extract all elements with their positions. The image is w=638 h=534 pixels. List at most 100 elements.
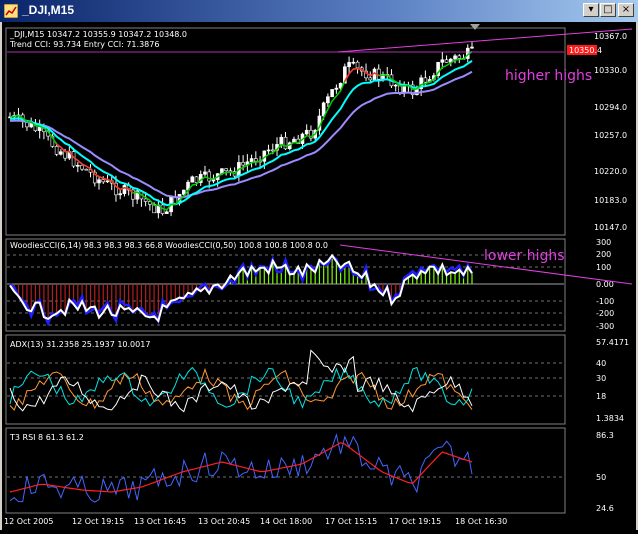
time-tick: 13 Oct 20:45: [198, 517, 250, 526]
candle-body: [59, 151, 63, 155]
candle-body: [80, 165, 84, 170]
price-tick: 10147.0: [594, 223, 627, 232]
time-tick: 17 Oct 19:15: [389, 517, 441, 526]
cci-tick: -300: [596, 322, 614, 331]
adx-pane-label: ADX(13) 31.2358 25.1937 10.0017: [10, 340, 150, 349]
price-tick: 10257.0: [594, 131, 627, 140]
cci-tick: -100: [596, 297, 614, 306]
price-pane-label: _DJI,M15 10347.2 10355.9 10347.2 10348.0: [9, 30, 187, 39]
title-bar[interactable]: _DJI,M15 ▾ □ ×: [0, 0, 638, 22]
adx-tick: 1.3834: [596, 414, 624, 423]
minimize-button[interactable]: ▾: [583, 3, 599, 17]
candle-body: [279, 136, 284, 145]
cci-pane-label: WoodiesCCI(6,14) 98.3 98.3 98.3 66.8 Woo…: [10, 241, 328, 250]
cci-pane: [5, 238, 566, 332]
candle-body: [453, 55, 457, 60]
chart-shift-marker[interactable]: [470, 24, 480, 30]
candle-body: [143, 198, 148, 202]
candle-body: [37, 126, 42, 132]
rsi-series: [9, 432, 473, 503]
rsi-pane: [5, 427, 566, 514]
candle-body: [393, 84, 398, 87]
price-tick: 10330.0: [594, 66, 627, 75]
candle-body: [283, 136, 288, 150]
chart-icon: [4, 4, 18, 18]
cci-tick: 100: [596, 263, 611, 272]
time-axis: 12 Oct 2005 12 Oct 19:15 13 Oct 16:45 13…: [4, 517, 507, 526]
candle-body: [63, 151, 67, 159]
time-tick: 18 Oct 16:30: [455, 517, 507, 526]
adx-axis: 57.4171 40 30 18 1.3834: [596, 338, 629, 423]
price-pane: [5, 27, 566, 236]
candle-body: [368, 77, 373, 81]
candle-body: [118, 193, 123, 196]
current-price-label: 10350.4: [569, 46, 602, 55]
candle-body: [351, 61, 356, 64]
time-tick: 13 Oct 16:45: [134, 517, 186, 526]
candle-body: [254, 158, 258, 162]
price-series: [8, 42, 474, 219]
price-pane-sublabel: Trend CCI: 93.734 Entry CCI: 71.3876: [9, 40, 159, 49]
candle-body: [266, 149, 271, 152]
candle-body: [304, 129, 309, 135]
candle-body: [347, 62, 351, 68]
rsi-tick: 24.6: [596, 504, 614, 513]
chart-area[interactable]: 10367.0 10350.4 10330.0 10294.0 10257.0 …: [2, 22, 636, 530]
time-tick: 12 Oct 2005: [4, 517, 53, 526]
candle-body: [190, 176, 195, 183]
candle-body: [402, 85, 406, 93]
price-tick: 10220.0: [594, 167, 627, 176]
cci-line: [9, 253, 473, 323]
rsi-tick: 86.3: [596, 431, 614, 440]
close-button[interactable]: ×: [618, 3, 634, 17]
rsi-fast-line: [9, 432, 473, 503]
adx-series: [9, 349, 473, 413]
candle-body: [249, 158, 254, 163]
candle-body: [270, 149, 275, 152]
adx-minus-line: [9, 367, 473, 411]
cci-tick: 200: [596, 250, 611, 259]
lower-highs-annotation: lower highs: [484, 248, 565, 264]
time-tick: 12 Oct 19:15: [72, 517, 124, 526]
price-tick: 10183.0: [594, 196, 627, 205]
candle-body: [355, 61, 360, 69]
chart-window: _DJI,M15 ▾ □ × 10367.0 10350.4 10330.0 1…: [0, 0, 638, 530]
candle-body: [444, 59, 449, 63]
price-axis: 10367.0 10350.4 10330.0 10294.0 10257.0 …: [567, 32, 627, 232]
candle-body: [423, 77, 428, 83]
candle-body: [211, 179, 216, 182]
rsi-pane-label: T3 RSI 8 61.3 61.2: [9, 433, 84, 442]
candle-body: [470, 46, 474, 49]
candle-body: [330, 89, 334, 98]
restore-button[interactable]: □: [600, 3, 616, 17]
window-title: _DJI,M15: [22, 3, 75, 17]
higher-highs-annotation: higher highs: [505, 68, 592, 84]
adx-tick: 40: [596, 359, 606, 368]
chart-canvas[interactable]: 10367.0 10350.4 10330.0 10294.0 10257.0 …: [2, 22, 636, 530]
candle-body: [76, 165, 80, 167]
ma-fast-line: [9, 50, 473, 211]
time-tick: 17 Oct 15:15: [325, 517, 377, 526]
candle-body: [440, 59, 445, 63]
ma-mid-line: [9, 60, 473, 207]
candle-body: [334, 87, 339, 90]
time-tick: 14 Oct 18:00: [260, 517, 312, 526]
candle-body: [207, 171, 212, 182]
adx-tick: 57.4171: [596, 338, 629, 347]
cci-tick: -200: [596, 309, 614, 318]
price-tick: 10294.0: [594, 103, 627, 112]
candle-body: [241, 162, 245, 166]
cci-tick: 300: [596, 238, 611, 247]
candle-body: [97, 179, 101, 184]
rsi-tick: 50: [596, 473, 606, 482]
candle-body: [101, 179, 106, 183]
candle-body: [203, 171, 207, 175]
candle-body: [457, 55, 462, 59]
adx-tick: 18: [596, 392, 606, 401]
candle-body: [84, 168, 89, 171]
adx-tick: 30: [596, 374, 606, 383]
candle-body: [194, 176, 199, 183]
candle-body: [326, 96, 330, 104]
rsi-axis: 86.3 50 24.6: [596, 431, 614, 513]
candle-body: [105, 180, 110, 183]
